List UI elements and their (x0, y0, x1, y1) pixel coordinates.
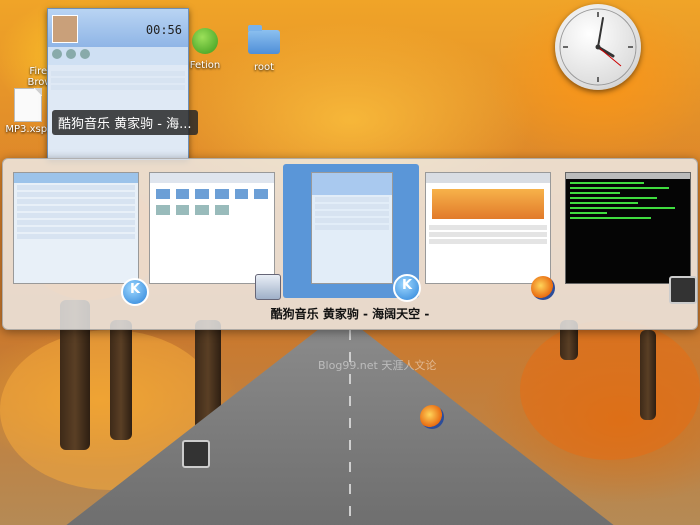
previous-icon[interactable] (52, 49, 62, 59)
root-folder-label: root (253, 62, 275, 73)
kugou-icon: K (393, 274, 421, 302)
window-switcher: K K 酷狗音乐 黄家驹 - 海阔天空 - (2, 158, 698, 330)
terminal-icon[interactable] (182, 440, 210, 468)
list-item[interactable] (51, 78, 185, 83)
clock-widget[interactable] (555, 4, 641, 90)
root-folder-desktop-icon[interactable]: root (244, 25, 284, 73)
switcher-item-kugou-music[interactable]: K (283, 164, 421, 302)
switcher-item-terminal[interactable] (559, 164, 697, 304)
switcher-item-kugou-list[interactable]: K (7, 164, 149, 306)
file-icon (14, 88, 42, 122)
mp3-playlist-desktop-icon[interactable]: MP3.xspf (4, 88, 52, 135)
player-time: 00:56 (145, 23, 182, 37)
window-thumbnail (565, 172, 691, 284)
pause-icon[interactable] (66, 49, 76, 59)
mp3-playlist-label: MP3.xspf (5, 124, 51, 135)
playlist[interactable] (48, 65, 188, 90)
list-item[interactable] (51, 85, 185, 90)
firefox-icon (531, 276, 555, 300)
folder-icon (248, 25, 280, 54)
switcher-item-file-manager[interactable] (143, 164, 281, 300)
window-thumbnail (311, 172, 393, 284)
fetion-icon (192, 28, 218, 54)
clock-face-icon (559, 8, 637, 86)
player-header: 00:56 (48, 9, 188, 47)
firefox-icon[interactable] (420, 405, 444, 429)
player-caption: 酷狗音乐 黄家驹 - 海... (52, 110, 198, 135)
player-controls (48, 47, 188, 65)
list-item[interactable] (51, 71, 185, 76)
window-thumbnail (425, 172, 551, 284)
switcher-item-firefox[interactable] (419, 164, 555, 300)
computer-icon (255, 274, 281, 300)
window-thumbnail (149, 172, 275, 284)
kugou-player-window[interactable]: 00:56 (47, 8, 189, 160)
next-icon[interactable] (80, 49, 90, 59)
wallpaper-watermark: Blog99.net 天涯人文论 (318, 359, 437, 372)
window-thumbnail (13, 172, 139, 284)
terminal-icon (669, 276, 697, 304)
switcher-selected-title: 酷狗音乐 黄家驹 - 海阔天空 - (270, 307, 430, 321)
avatar (52, 15, 78, 43)
